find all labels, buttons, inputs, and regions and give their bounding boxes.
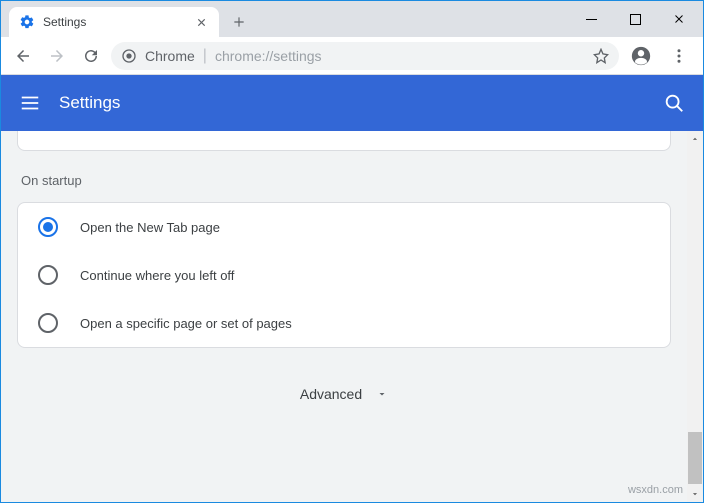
- chrome-menu-button[interactable]: [663, 40, 695, 72]
- address-bar[interactable]: Chrome | chrome://settings: [111, 42, 619, 70]
- window-maximize-button[interactable]: [613, 5, 657, 33]
- startup-card: Open the New Tab page Continue where you…: [17, 202, 671, 348]
- tab-title: Settings: [43, 15, 185, 29]
- search-icon[interactable]: [663, 92, 685, 114]
- window-titlebar: Settings: [1, 1, 703, 37]
- settings-content: On startup Open the New Tab page Continu…: [1, 131, 687, 502]
- startup-option-new-tab[interactable]: Open the New Tab page: [18, 203, 670, 251]
- forward-button[interactable]: [43, 42, 71, 70]
- page-title: Settings: [59, 93, 645, 113]
- browser-toolbar: Chrome | chrome://settings: [1, 37, 703, 75]
- settings-gear-icon: [19, 14, 35, 30]
- startup-option-specific[interactable]: Open a specific page or set of pages: [18, 299, 670, 347]
- tab-strip: Settings: [1, 1, 567, 37]
- new-tab-button[interactable]: [225, 8, 253, 36]
- window-controls: [567, 1, 703, 37]
- window-minimize-button[interactable]: [569, 5, 613, 33]
- menu-icon[interactable]: [19, 92, 41, 114]
- omnibox-separator: |: [203, 47, 207, 65]
- content-wrapper: On startup Open the New Tab page Continu…: [1, 131, 703, 502]
- watermark: wsxdn.com: [628, 484, 683, 496]
- radio-icon[interactable]: [38, 217, 58, 237]
- advanced-label: Advanced: [300, 386, 362, 402]
- chevron-down-icon: [376, 388, 388, 400]
- advanced-toggle[interactable]: Advanced: [300, 386, 388, 402]
- site-info-icon[interactable]: [121, 48, 137, 64]
- scrollbar[interactable]: [687, 131, 703, 502]
- omnibox-prefix: Chrome: [145, 48, 195, 64]
- radio-icon[interactable]: [38, 313, 58, 333]
- bookmark-star-icon[interactable]: [593, 48, 609, 64]
- radio-icon[interactable]: [38, 265, 58, 285]
- window-close-button[interactable]: [657, 5, 701, 33]
- omnibox-url: chrome://settings: [215, 48, 585, 64]
- reload-button[interactable]: [77, 42, 105, 70]
- startup-option-continue[interactable]: Continue where you left off: [18, 251, 670, 299]
- radio-label: Open a specific page or set of pages: [80, 316, 292, 331]
- back-button[interactable]: [9, 42, 37, 70]
- section-label-startup: On startup: [17, 173, 671, 188]
- radio-label: Open the New Tab page: [80, 220, 220, 235]
- profile-button[interactable]: [625, 40, 657, 72]
- previous-card-edge: [17, 131, 671, 151]
- browser-tab[interactable]: Settings: [9, 7, 219, 37]
- settings-header: Settings: [1, 75, 703, 131]
- radio-label: Continue where you left off: [80, 268, 234, 283]
- scroll-up-icon[interactable]: [687, 131, 703, 147]
- scroll-down-icon[interactable]: [687, 486, 703, 502]
- tab-close-icon[interactable]: [193, 14, 209, 30]
- scroll-thumb[interactable]: [688, 432, 702, 484]
